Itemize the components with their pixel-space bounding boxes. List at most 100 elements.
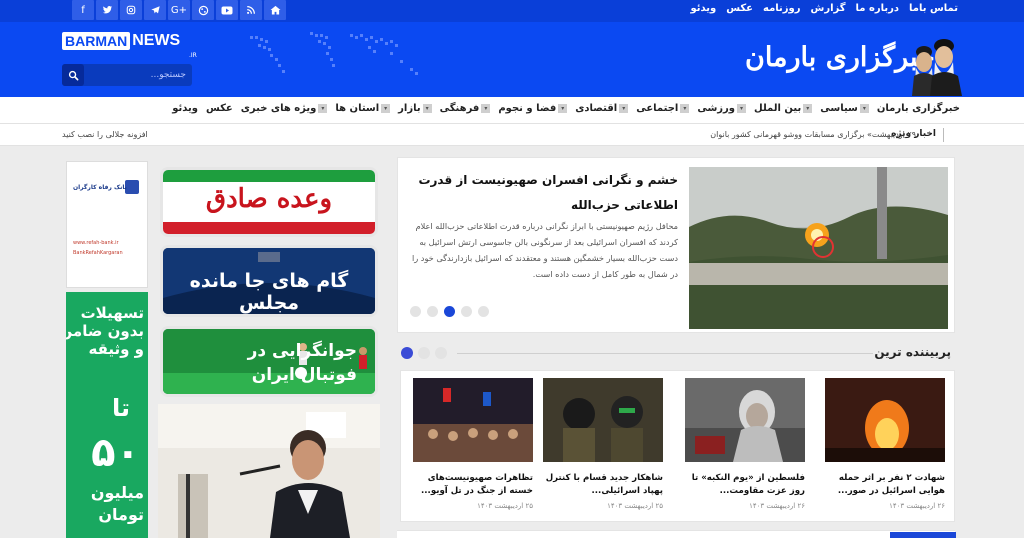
ticker-separator <box>943 128 944 142</box>
popular-card-image <box>685 378 805 462</box>
nav-item-label: استان ها <box>335 103 380 114</box>
popular-card[interactable]: تظاهرات صهیونیست‌های خسته از جنگ در تل آ… <box>413 378 533 510</box>
search-box <box>62 64 192 86</box>
youtube-icon[interactable] <box>216 0 238 20</box>
top-link-about[interactable]: درباره ما <box>856 3 900 14</box>
search-input[interactable] <box>86 67 186 83</box>
loan-ad-line1: تسهیلات <box>80 304 144 322</box>
flag-green-stripe <box>163 170 375 182</box>
popular-card-image <box>543 378 663 462</box>
popular-pager <box>401 347 447 359</box>
google-plus-icon[interactable]: G+ <box>168 0 190 20</box>
popular-card-date: ۲۶ اردیبهشت ۱۴۰۳ <box>749 502 805 510</box>
rss-icon[interactable] <box>240 0 262 20</box>
slider-dot[interactable] <box>461 306 472 317</box>
loan-ad-unit1: میلیون <box>90 483 144 502</box>
twitter-icon[interactable] <box>96 0 118 20</box>
brand-logo-fa[interactable]: خبرگزاری بارمان <box>745 42 935 73</box>
nav-item[interactable]: خبرگزاری بارمان <box>877 103 960 114</box>
popular-card[interactable]: شاهکار جدید قسام با کنترل پهپاد اسرائیلی… <box>543 378 663 510</box>
nav-item[interactable]: اجتماعی ▾ <box>636 103 690 114</box>
nav-item-label: اجتماعی <box>636 103 679 114</box>
brand-logo-en-tld: .IR <box>189 52 197 59</box>
slider-dot[interactable] <box>427 306 438 317</box>
football-banner[interactable]: جوانگرایی در فوتبال ایران <box>160 326 378 397</box>
chevron-down-icon: ▾ <box>481 104 491 113</box>
nav-item[interactable]: بازار ▾ <box>398 103 432 114</box>
top-link-photo[interactable]: عکس <box>726 3 753 14</box>
nav-item[interactable]: فرهنگی ▾ <box>440 103 491 114</box>
top-link-video[interactable]: ویدئو <box>690 3 716 14</box>
slider-dot[interactable] <box>410 306 421 317</box>
nav-item[interactable]: استان ها ▾ <box>335 103 391 114</box>
telegram-icon[interactable] <box>144 0 166 20</box>
nav-item[interactable]: عکس <box>206 103 233 114</box>
popular-card-image <box>825 378 945 462</box>
popular-card[interactable]: فلسطین از «یوم النکبه» تا روز عزت مقاومت… <box>685 378 805 510</box>
chevron-down-icon: ▾ <box>381 104 391 113</box>
chevron-down-icon: ▾ <box>558 104 568 113</box>
nav-item[interactable]: بین الملل ▾ <box>754 103 813 114</box>
popular-divider <box>457 353 873 354</box>
top-link-contact[interactable]: تماس باما <box>909 3 958 14</box>
loan-ad-unit2: تومان <box>98 505 144 524</box>
nav-item-label: ویژه های خبری <box>240 103 317 114</box>
brand-logo-en[interactable]: BARMAN NEWS .IR <box>62 32 197 59</box>
ticker-headline[interactable]: ۲۹ اردیبهشت» برگزاری مسابقات ووشو قهرمان… <box>710 130 916 139</box>
popular-card[interactable]: شهادت ۲ نفر بر اثر حمله هوایی اسرائیل در… <box>825 378 945 510</box>
popular-header: پربیننده ترین <box>397 343 955 363</box>
popular-card-date: ۲۵ اردیبهشت ۱۴۰۳ <box>607 502 663 510</box>
football-title: جوانگرایی در فوتبال ایران <box>248 339 357 387</box>
loan-ad-headline: تسهیلات بدون ضامن و وثیقه <box>66 304 144 358</box>
slider-dot[interactable] <box>444 306 455 317</box>
nav-item[interactable]: سیاسی ▾ <box>820 103 869 114</box>
popular-card-title[interactable]: شهادت ۲ نفر بر اثر حمله هوایی اسرائیل در… <box>825 472 945 498</box>
main-nav-items: خبرگزاری بارمان سیاسی ▾ بین الملل ▾ ورزشی ▾ اجت… <box>172 103 960 114</box>
nav-item[interactable]: ویژه های خبری ▾ <box>241 103 328 114</box>
majles-banner[interactable]: گام های جا مانده مجلس <box>160 245 378 317</box>
ticker-left-text[interactable]: افزونه جلالی را نصب کنید <box>62 130 148 139</box>
instagram-icon[interactable] <box>120 0 142 20</box>
top-link-report[interactable]: گزارش <box>811 3 846 14</box>
news-ticker: اخبار ویژه ۲۹ اردیبهشت» برگزاری مسابقات … <box>0 124 1024 146</box>
popular-card-title[interactable]: شاهکار جدید قسام با کنترل پهپاد اسرائیلی… <box>543 472 663 498</box>
featured-news-photo[interactable] <box>689 167 948 329</box>
popular-card-title[interactable]: فلسطین از «یوم النکبه» تا روز عزت مقاومت… <box>685 472 805 498</box>
nav-item[interactable]: فضا و نجوم ▾ <box>498 103 568 114</box>
bank-refah-social: BankRefahKargaran <box>73 250 123 256</box>
nav-item-label: عکس <box>205 103 233 114</box>
pager-dot[interactable] <box>418 347 430 359</box>
search-button[interactable] <box>62 64 84 86</box>
chevron-down-icon: ▾ <box>422 104 432 113</box>
featured-news-summary: محافل رژیم صهیونیستی با ابراز نگرانی درب… <box>411 221 678 279</box>
pager-dot[interactable] <box>401 347 413 359</box>
pager-dot[interactable] <box>435 347 447 359</box>
loan-ad[interactable]: تسهیلات بدون ضامن و وثیقه تا ۵۰ میلیون ت… <box>66 292 148 538</box>
bank-refah-ad[interactable]: بانک رفاه کارگران www.refah-bank.ir Bank… <box>66 161 148 288</box>
loan-ad-till: تا <box>111 394 130 422</box>
chevron-down-icon: ▾ <box>318 104 328 113</box>
leaders-portrait-image <box>912 39 962 96</box>
featured-news-title[interactable]: خشم و نگرانی افسران صهیونیست از قدرت اطل… <box>404 168 678 218</box>
nav-item[interactable]: ویدئو <box>172 103 198 114</box>
slider-dot[interactable] <box>478 306 489 317</box>
popular-title: پربیننده ترین <box>874 345 951 359</box>
flag-red-stripe <box>163 222 375 234</box>
bank-refah-website: www.refah-bank.ir <box>73 240 119 246</box>
aparat-icon[interactable] <box>192 0 214 20</box>
facebook-icon[interactable]: f <box>72 0 94 20</box>
speaker-photo[interactable] <box>158 404 380 538</box>
nav-item-label: ورزشی <box>697 103 736 114</box>
home-icon[interactable] <box>264 0 286 20</box>
nav-item-label: اقتصادی <box>575 103 618 114</box>
nav-item[interactable]: اقتصادی ▾ <box>575 103 629 114</box>
next-section-strip <box>397 530 955 538</box>
search-icon <box>68 70 78 80</box>
popular-card-title[interactable]: تظاهرات صهیونیست‌های خسته از جنگ در تل آ… <box>413 472 533 498</box>
top-link-newspaper[interactable]: روزنامه <box>763 3 801 14</box>
nav-item[interactable]: ورزشی ▾ <box>697 103 747 114</box>
majles-title: گام های جا مانده مجلس <box>189 270 349 314</box>
nav-item-label: بین الملل <box>754 103 802 114</box>
vaade-sadegh-banner[interactable]: وعده صادق <box>160 167 378 237</box>
nav-item-label: فضا و نجوم <box>498 103 557 114</box>
